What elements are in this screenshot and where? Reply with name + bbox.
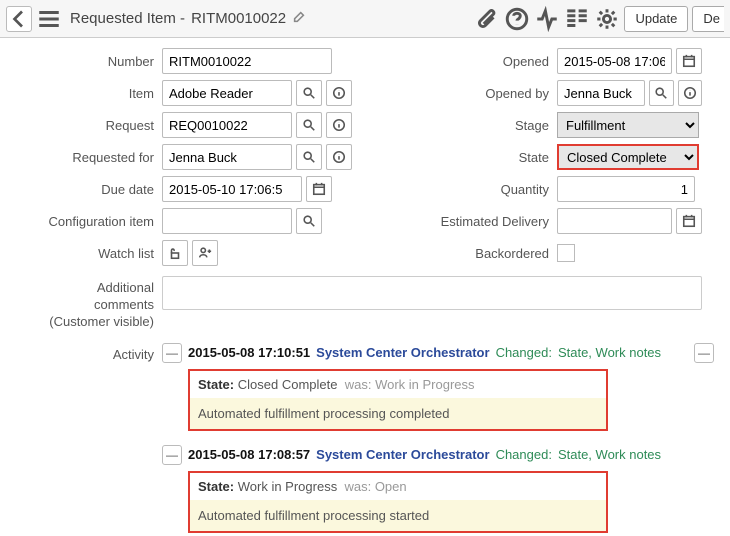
- collapse-icon[interactable]: —: [162, 445, 182, 465]
- opened-by-label: Opened by: [387, 86, 557, 101]
- search-icon[interactable]: [296, 112, 322, 138]
- stage-label: Stage: [387, 118, 557, 133]
- collapse-all-icon[interactable]: —: [694, 343, 714, 363]
- info-icon[interactable]: [678, 80, 703, 106]
- edit-title-icon[interactable]: [292, 10, 306, 28]
- requested-for-field[interactable]: [162, 144, 292, 170]
- activity-user-link[interactable]: System Center Orchestrator: [316, 345, 489, 360]
- stage-select[interactable]: Fulfillment: [557, 112, 699, 138]
- info-icon[interactable]: [326, 80, 352, 106]
- state-label: State: [387, 150, 557, 165]
- calendar-icon[interactable]: [676, 48, 702, 74]
- opened-label: Opened: [387, 54, 557, 69]
- search-icon[interactable]: [296, 144, 322, 170]
- item-field[interactable]: [162, 80, 292, 106]
- est-delivery-field[interactable]: [557, 208, 672, 234]
- item-label: Item: [12, 86, 162, 101]
- activity-note: Automated fulfillment processing started: [190, 500, 606, 531]
- activity-detail: State: Closed Complete was: Work in Prog…: [188, 369, 608, 431]
- collapse-icon[interactable]: —: [162, 343, 182, 363]
- watch-list-label: Watch list: [12, 246, 162, 261]
- config-item-label: Configuration item: [12, 214, 162, 229]
- update-button[interactable]: Update: [624, 6, 688, 32]
- request-label: Request: [12, 118, 162, 133]
- activity-stream-icon[interactable]: [534, 6, 560, 32]
- activity-user-link[interactable]: System Center Orchestrator: [316, 447, 489, 462]
- info-icon[interactable]: [326, 144, 352, 170]
- activity-timestamp: 2015-05-08 17:10:51: [188, 345, 310, 360]
- backordered-checkbox[interactable]: [557, 244, 575, 262]
- backordered-label: Backordered: [387, 246, 557, 261]
- form-header: Requested Item - RITM0010022 Update De: [0, 0, 730, 38]
- activity-detail: State: Work in Progress was: Open Automa…: [188, 471, 608, 533]
- changed-label: Changed:: [496, 345, 552, 360]
- number-field[interactable]: [162, 48, 332, 74]
- quantity-field[interactable]: [557, 176, 695, 202]
- unlock-icon[interactable]: [162, 240, 188, 266]
- help-icon[interactable]: [504, 6, 530, 32]
- calendar-icon[interactable]: [676, 208, 702, 234]
- number-label: Number: [12, 54, 162, 69]
- quantity-label: Quantity: [387, 182, 557, 197]
- search-icon[interactable]: [649, 80, 674, 106]
- changed-fields: State, Work notes: [558, 447, 661, 462]
- info-icon[interactable]: [326, 112, 352, 138]
- attachment-icon[interactable]: [474, 6, 500, 32]
- menu-icon[interactable]: [36, 6, 62, 32]
- activity-note: Automated fulfillment processing complet…: [190, 398, 606, 429]
- comments-label: Additional comments (Customer visible): [12, 276, 162, 331]
- activity-entry: — 2015-05-08 17:10:51 System Center Orch…: [162, 343, 706, 431]
- opened-field[interactable]: [557, 48, 672, 74]
- activity-list: — 2015-05-08 17:10:51 System Center Orch…: [162, 343, 718, 536]
- title-record-id: RITM0010022: [191, 10, 286, 27]
- search-icon[interactable]: [296, 208, 322, 234]
- activity-timestamp: 2015-05-08 17:08:57: [188, 447, 310, 462]
- requested-for-label: Requested for: [12, 150, 162, 165]
- delete-button[interactable]: De: [692, 6, 724, 32]
- search-icon[interactable]: [296, 80, 322, 106]
- comments-input[interactable]: [162, 276, 702, 310]
- title-prefix: Requested Item -: [70, 10, 185, 27]
- activity-label: Activity: [12, 343, 162, 362]
- opened-by-field[interactable]: [557, 80, 645, 106]
- activity-entry: — 2015-05-08 17:08:57 System Center Orch…: [162, 445, 706, 533]
- changed-label: Changed:: [496, 447, 552, 462]
- changed-fields: State, Work notes: [558, 345, 661, 360]
- page-title: Requested Item - RITM0010022: [70, 10, 306, 28]
- back-button[interactable]: [6, 6, 32, 32]
- calendar-icon[interactable]: [306, 176, 332, 202]
- est-delivery-label: Estimated Delivery: [387, 214, 557, 229]
- due-date-field[interactable]: [162, 176, 302, 202]
- config-item-field[interactable]: [162, 208, 292, 234]
- add-me-icon[interactable]: [192, 240, 218, 266]
- settings-icon[interactable]: [594, 6, 620, 32]
- form-layout-icon[interactable]: [564, 6, 590, 32]
- due-date-label: Due date: [12, 182, 162, 197]
- request-field[interactable]: [162, 112, 292, 138]
- form-body: Number Opened Item Opened by Request: [0, 38, 730, 536]
- state-select[interactable]: Closed Complete: [557, 144, 699, 170]
